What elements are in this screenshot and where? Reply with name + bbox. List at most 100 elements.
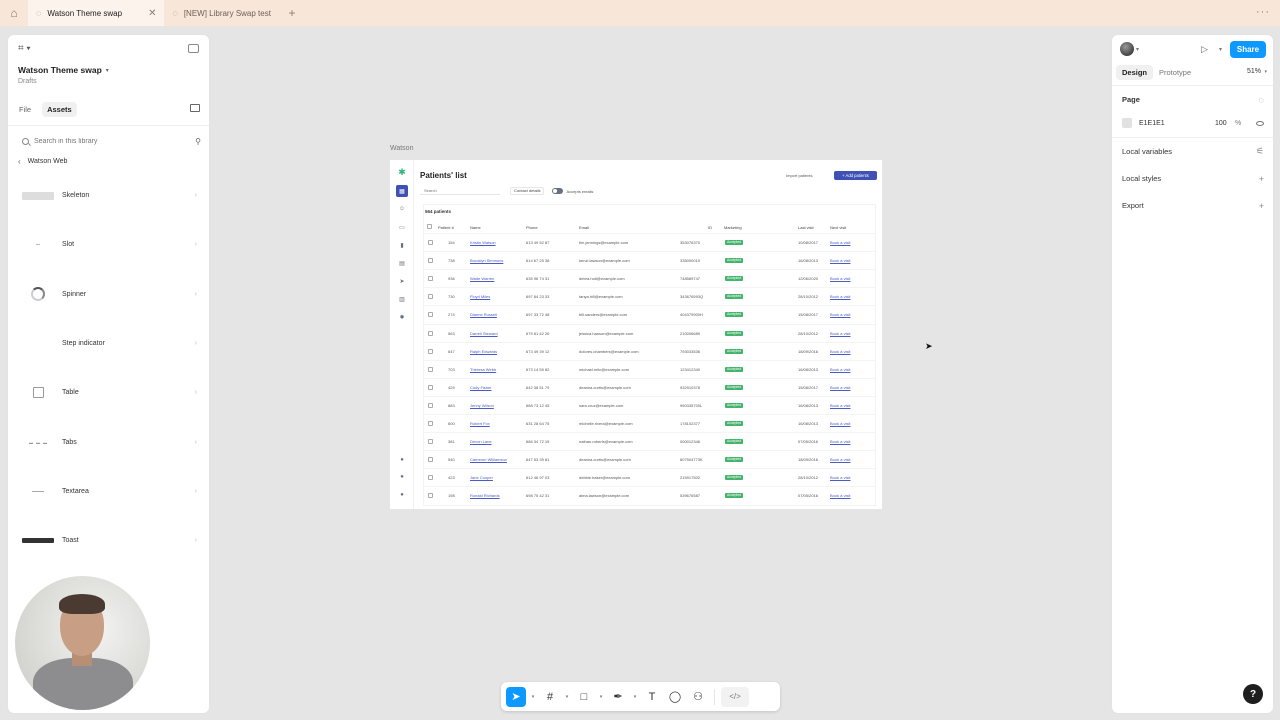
avatar[interactable] bbox=[1120, 42, 1134, 56]
status-badge: Accepted bbox=[725, 276, 744, 282]
table-row: 540 Cameron Williamson 647 53 39 81 deanna.… bbox=[424, 450, 875, 468]
library-book-icon[interactable] bbox=[190, 104, 200, 112]
new-tab-button[interactable]: + bbox=[279, 0, 305, 26]
table-cell-name: Brooklyn Simmons bbox=[470, 258, 504, 264]
status-badge: Accepted bbox=[725, 457, 744, 463]
table-cell-phone: 613 49 52 87 bbox=[526, 240, 550, 245]
component-name: Textarea bbox=[62, 487, 89, 495]
chevron-down-icon[interactable]: ▾ bbox=[1136, 46, 1139, 53]
tab-file[interactable]: File bbox=[14, 102, 36, 117]
chevron-down-icon[interactable]: ▾ bbox=[631, 694, 639, 700]
list-item[interactable]: Textarea › bbox=[8, 467, 209, 516]
browser-tab-active[interactable]: ◌ Watson Theme swap ✕ bbox=[28, 0, 165, 26]
table-cell-id: 932910378 bbox=[680, 384, 701, 390]
list-item[interactable]: Step indicator › bbox=[8, 319, 209, 368]
table-cell-id: 807504773K bbox=[680, 457, 703, 463]
chevron-left-icon[interactable]: ‹ bbox=[18, 157, 21, 166]
variables-icon[interactable]: ⚟ bbox=[1256, 146, 1264, 157]
close-icon[interactable]: ✕ bbox=[148, 8, 156, 19]
text-tool-icon[interactable]: T bbox=[642, 687, 662, 707]
browser-tab[interactable]: ◌ [NEW] Library Swap test bbox=[164, 0, 279, 26]
library-back-row[interactable]: ‹ Watson Web bbox=[8, 155, 209, 167]
column-header: Marketing bbox=[724, 225, 742, 230]
row-checkbox bbox=[428, 366, 433, 372]
table-cell-email: bill.sanders@example.com bbox=[579, 312, 628, 318]
table-cell-last: 18/09/2016 bbox=[798, 457, 819, 463]
table-cell-last: 15/08/2017 bbox=[798, 384, 819, 390]
column-header: Last visit bbox=[798, 225, 814, 230]
page-fill-row[interactable]: E1E1E1 100 % bbox=[1112, 113, 1273, 133]
sidebar-toggle-icon[interactable] bbox=[188, 43, 199, 53]
eye-icon[interactable] bbox=[1256, 120, 1264, 126]
comment-tool-icon[interactable]: ◯ bbox=[665, 687, 685, 707]
add-icon[interactable]: + bbox=[1259, 174, 1264, 184]
dev-mode-toggle[interactable]: </> bbox=[721, 686, 749, 707]
more-icon[interactable]: ··· bbox=[1256, 6, 1270, 18]
status-badge: Accepted bbox=[725, 348, 744, 354]
file-title[interactable]: Watson Theme swap ▾ bbox=[8, 64, 209, 76]
move-tool-icon[interactable]: ➤ bbox=[506, 686, 526, 707]
search-input[interactable] bbox=[34, 137, 174, 145]
table-row: 381 Devon Lane 686 34 72 15 nathan.roberts@… bbox=[424, 432, 875, 450]
visibility-settings-icon[interactable]: ◌ bbox=[1259, 95, 1264, 105]
section-title: Local variables bbox=[1122, 147, 1173, 156]
list-item[interactable]: Toast › bbox=[8, 516, 209, 565]
status-badge: Accepted bbox=[725, 475, 744, 481]
table-cell-next: Book a visit bbox=[830, 330, 851, 336]
table-cell-name: Jane Cooper bbox=[470, 475, 493, 481]
column-header: Next visit bbox=[830, 225, 847, 230]
component-name: Spinner bbox=[62, 290, 87, 298]
chevron-down-icon[interactable]: ▾ bbox=[563, 694, 571, 700]
chevron-down-icon[interactable]: ▾ bbox=[597, 694, 605, 700]
local-styles-section[interactable]: Local styles + bbox=[1112, 165, 1273, 192]
home-icon[interactable]: ⌂ bbox=[0, 0, 28, 26]
export-section[interactable]: Export + bbox=[1112, 192, 1273, 219]
list-item[interactable]: Table › bbox=[8, 368, 209, 417]
table-cell-email: jessica.hanson@example.com bbox=[579, 330, 634, 336]
help-button[interactable]: ? bbox=[1243, 684, 1263, 704]
avatar: ● bbox=[400, 492, 404, 498]
status-badge: Accepted bbox=[725, 258, 744, 264]
present-play-icon[interactable]: ▷ bbox=[1201, 44, 1208, 55]
list-item[interactable]: ▬ ▬ ▬ Tabs › bbox=[8, 417, 209, 466]
frame-label[interactable]: Watson bbox=[390, 145, 413, 152]
chevron-down-icon[interactable]: ▾ bbox=[1219, 46, 1222, 53]
list-item[interactable]: Skeleton › bbox=[8, 171, 209, 220]
rectangle-tool-icon[interactable]: □ bbox=[574, 687, 594, 707]
tab-design[interactable]: Design bbox=[1116, 64, 1154, 80]
table-cell-next: Book a visit bbox=[830, 258, 851, 264]
table-cell-last: 10/08/2017 bbox=[798, 240, 819, 245]
frame-sidebar: ✱ ▦ ☺ ▭ ▮ ▤ ➤ ▥ ✹ ● ● ● bbox=[390, 160, 414, 509]
chevron-down-icon[interactable]: ▾ bbox=[1264, 69, 1267, 75]
zoom-level[interactable]: 51% bbox=[1247, 68, 1261, 75]
color-swatch[interactable] bbox=[1122, 118, 1132, 128]
row-checkbox bbox=[428, 457, 433, 463]
share-button[interactable]: Share bbox=[1230, 41, 1266, 58]
page-opacity-value[interactable]: 100 bbox=[1215, 120, 1227, 127]
tab-prototype[interactable]: Prototype bbox=[1153, 65, 1197, 80]
table-cell-num: 540 bbox=[448, 457, 455, 463]
canvas-frame[interactable]: ✱ ▦ ☺ ▭ ▮ ▤ ➤ ▥ ✹ ● ● ● Patients' list I… bbox=[390, 160, 882, 509]
add-icon[interactable]: + bbox=[1259, 201, 1264, 211]
file-title-text: Watson Theme swap bbox=[18, 65, 102, 75]
table-cell-email: dolores.chambers@example.com bbox=[579, 348, 639, 354]
column-header: ID bbox=[708, 225, 712, 230]
frame-tool-icon[interactable]: # bbox=[540, 687, 560, 707]
component-name: Slot bbox=[62, 241, 75, 249]
list-item[interactable]: Spinner › bbox=[8, 270, 209, 319]
table-cell-phone: 673 49 39 12 bbox=[526, 348, 550, 354]
chart-icon: ▮ bbox=[400, 242, 404, 249]
component-thumbnail bbox=[22, 235, 54, 255]
filter-icon[interactable]: ⚲ bbox=[195, 137, 201, 146]
tab-assets[interactable]: Assets bbox=[42, 101, 77, 117]
chevron-down-icon[interactable]: ▾ bbox=[529, 694, 537, 700]
main-menu-button[interactable]: ⌗ ▾ bbox=[18, 43, 31, 54]
table-cell-phone: 697 33 72 48 bbox=[526, 312, 550, 318]
list-item[interactable]: Slot › bbox=[8, 220, 209, 269]
page-color-value[interactable]: E1E1E1 bbox=[1139, 120, 1165, 127]
local-variables-section[interactable]: Local variables ⚟ bbox=[1112, 138, 1273, 165]
pen-tool-icon[interactable]: ✒ bbox=[608, 687, 628, 707]
status-badge: Accepted bbox=[725, 366, 744, 372]
actions-icon[interactable]: ⚇ bbox=[688, 687, 708, 707]
column-header: Patient # bbox=[438, 225, 454, 230]
